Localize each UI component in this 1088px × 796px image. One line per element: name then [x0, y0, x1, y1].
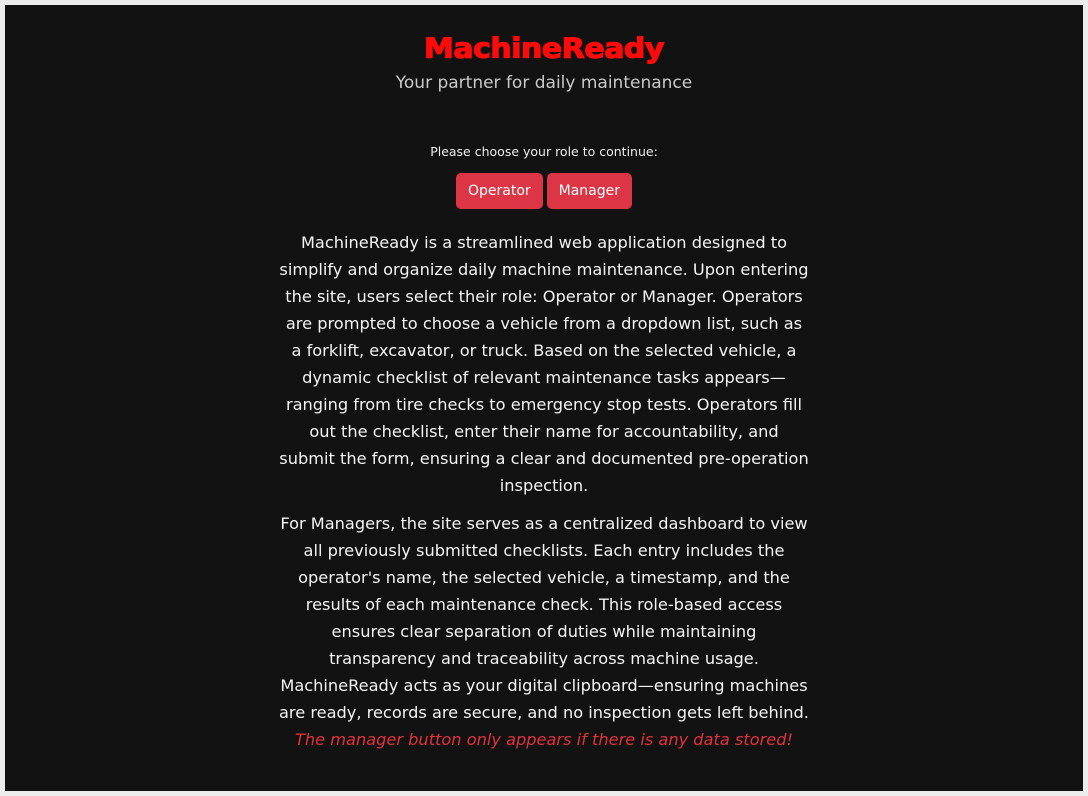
- description-paragraph-operators: MachineReady is a streamlined web applic…: [279, 233, 809, 495]
- role-button-group: Operator Manager: [5, 173, 1083, 209]
- role-prompt: Please choose your role to continue:: [430, 144, 658, 159]
- app-description: MachineReady is a streamlined web applic…: [279, 229, 809, 753]
- app-container: MachineReady Your partner for daily main…: [5, 5, 1083, 791]
- manager-button[interactable]: Manager: [546, 173, 633, 209]
- description-paragraph-managers-text: For Managers, the site serves as a centr…: [279, 514, 809, 722]
- app-subtitle: Your partner for daily maintenance: [395, 73, 693, 93]
- description-paragraph-managers: For Managers, the site serves as a centr…: [279, 510, 809, 753]
- operator-button[interactable]: Operator: [455, 173, 543, 209]
- manager-button-note: The manager button only appears if there…: [295, 730, 793, 749]
- app-title: MachineReady: [423, 32, 665, 65]
